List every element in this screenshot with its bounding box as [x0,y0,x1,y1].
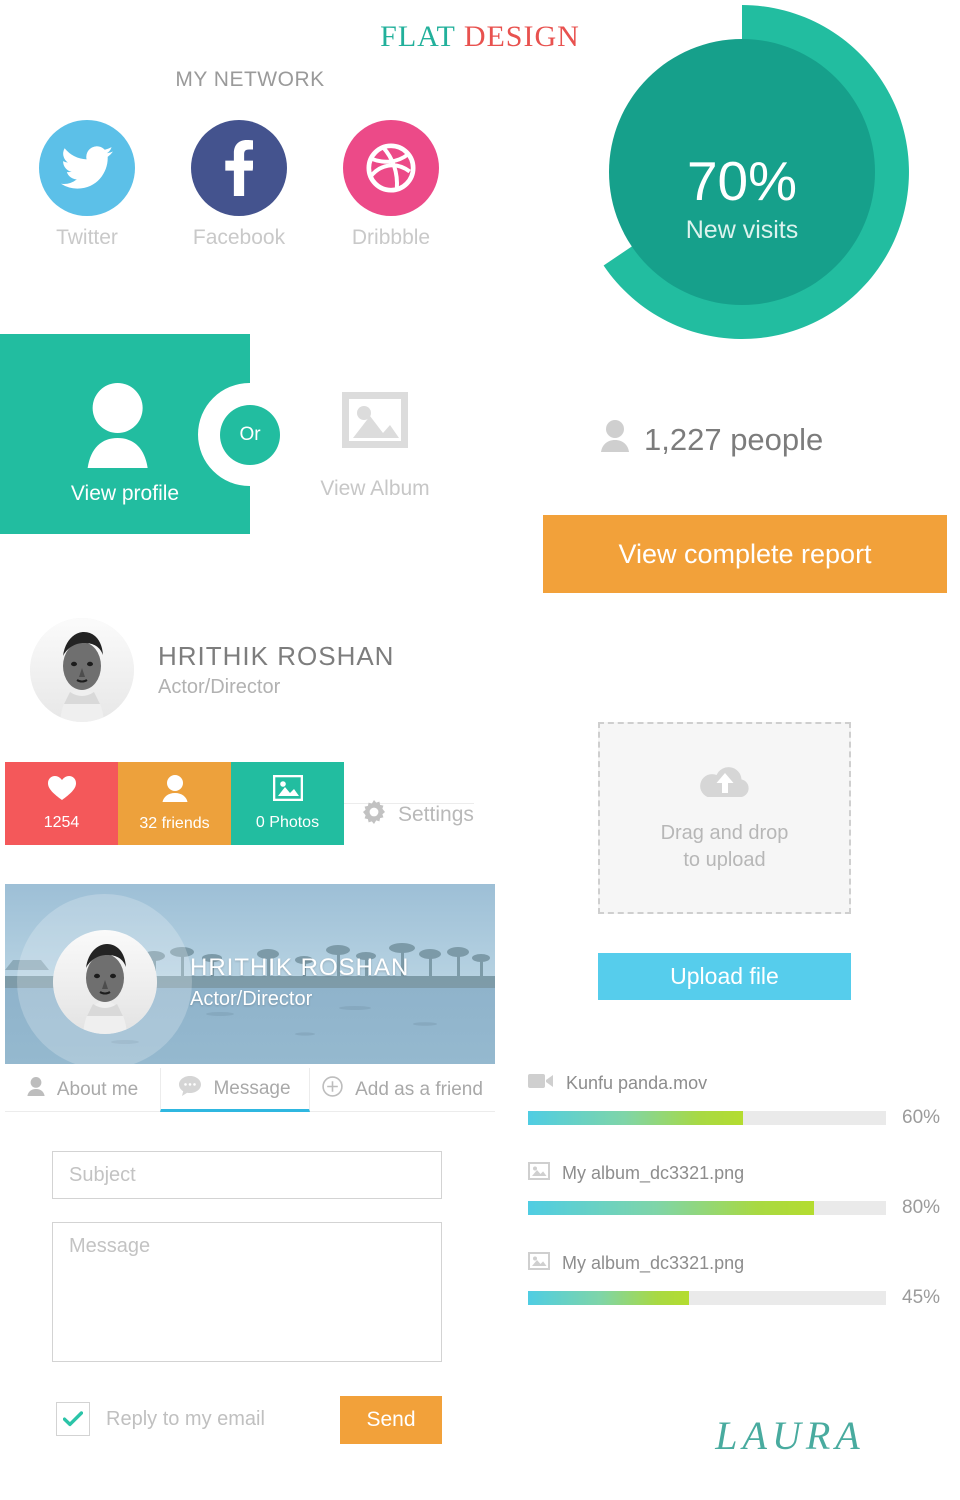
view-album-block[interactable]: View Album [300,390,450,501]
profile-cover-card: HRITHIK ROSHAN Actor/Director [5,884,495,1064]
donut-value: 70% [687,150,797,212]
tab-add-friend-label: Add as a friend [355,1078,483,1100]
view-profile-label: View profile [70,482,180,505]
photo-icon [300,390,450,455]
progress-track [528,1291,886,1305]
profile-tabs: About me Message Add as a friend [5,1068,495,1112]
stat-photos[interactable]: 0 Photos [231,762,344,845]
cover-person-name: HRITHIK ROSHAN [190,954,410,981]
file-name: My album_dc3321.png [562,1163,745,1183]
twitter-icon [39,120,135,216]
settings-link[interactable]: Settings [362,800,474,830]
gear-icon [362,800,386,830]
person-name: HRITHIK ROSHAN [158,641,395,671]
cloud-upload-icon [697,763,753,808]
subject-input[interactable] [52,1151,442,1199]
social-links: Twitter Facebook Dribbble [35,120,475,250]
stat-photos-value: 0 Photos [255,814,320,831]
drag-drop-upload-zone[interactable]: Drag and drop to upload [598,722,851,914]
person-summary-card: HRITHIK ROSHAN Actor/Director [30,618,394,722]
photo-icon [528,1162,550,1185]
dribbble-icon [343,120,439,216]
progress-fill [528,1291,690,1305]
or-badge: Or [220,405,280,465]
stat-friends[interactable]: 32 friends [118,762,231,845]
tab-message[interactable]: Message [160,1068,310,1112]
reply-label: Reply to my email [106,1407,265,1430]
progress-percent: 80% [902,1197,941,1218]
send-button[interactable]: Send [340,1396,442,1444]
progress-fill [528,1111,743,1125]
file-name: My album_dc3321.png [562,1253,745,1273]
tab-message-label: Message [213,1077,291,1099]
stat-likes-value: 1254 [43,814,80,831]
progress-percent: 45% [902,1287,941,1308]
reply-checkbox[interactable] [56,1402,90,1436]
title-flat: FLAT [380,20,464,53]
settings-label: Settings [398,803,474,826]
tab-about-me[interactable]: About me [5,1068,160,1112]
check-icon [63,1411,83,1427]
progress-track [528,1111,886,1125]
person-icon [161,774,189,807]
file-row: My album_dc3321.png 80% [528,1162,948,1219]
people-count: 1,227 people [600,420,823,460]
file-name: Kunfu panda.mov [566,1073,708,1093]
file-row: Kunfu panda.mov 60% [528,1072,948,1129]
tab-about-me-label: About me [56,1078,139,1100]
avatar [30,618,134,722]
upload-progress-list: Kunfu panda.mov 60% My album_dc3321.png … [528,1072,948,1342]
page-root: FLAT DESIGN MY NETWORK Twitter Facebook [0,0,960,1500]
network-heading: MY NETWORK [175,68,325,91]
stat-likes[interactable]: 1254 [5,762,118,845]
dropzone-text: Drag and drop to upload [661,820,789,874]
upload-file-button[interactable]: Upload file [598,953,851,1000]
reply-to-email-row[interactable]: Reply to my email [56,1402,265,1436]
avatar [53,930,157,1034]
social-link-facebook[interactable]: Facebook [187,120,291,250]
social-label-twitter: Twitter [56,226,118,249]
social-label-facebook: Facebook [192,226,286,249]
person-icon [27,1077,45,1102]
progress-percent: 60% [902,1107,941,1128]
person-icon [72,382,164,475]
tab-add-friend[interactable]: Add as a friend [310,1068,495,1112]
new-visits-donut-chart: 70% New visits [555,0,930,350]
chat-bubble-icon [179,1075,202,1102]
social-link-dribbble[interactable]: Dribbble [339,120,443,250]
message-textarea[interactable] [52,1222,442,1362]
signature-logo: LAURA [715,1413,865,1458]
facebook-icon [191,120,287,216]
cover-person-role: Actor/Director [190,988,313,1010]
person-role: Actor/Director [158,676,281,698]
dropzone-line2: to upload [683,848,766,871]
social-label-dribbble: Dribbble [351,226,431,249]
donut-sublabel: New visits [686,216,799,244]
photo-icon [528,1252,550,1275]
progress-fill [528,1201,815,1215]
heart-icon [47,775,76,806]
plus-circle-icon [322,1076,343,1103]
file-row: My album_dc3321.png 45% [528,1252,948,1309]
social-link-twitter[interactable]: Twitter [35,120,139,250]
stats-tiles: 1254 32 friends 0 Photos [5,762,344,845]
view-album-label: View Album [320,477,430,500]
video-icon [528,1072,554,1095]
stat-friends-value: 32 friends [139,814,210,832]
person-icon [600,420,630,460]
progress-track [528,1201,886,1215]
view-complete-report-button[interactable]: View complete report [543,515,947,593]
photo-icon [272,774,303,806]
people-count-label: 1,227 people [644,422,824,457]
dropzone-line1: Drag and drop [660,821,789,844]
